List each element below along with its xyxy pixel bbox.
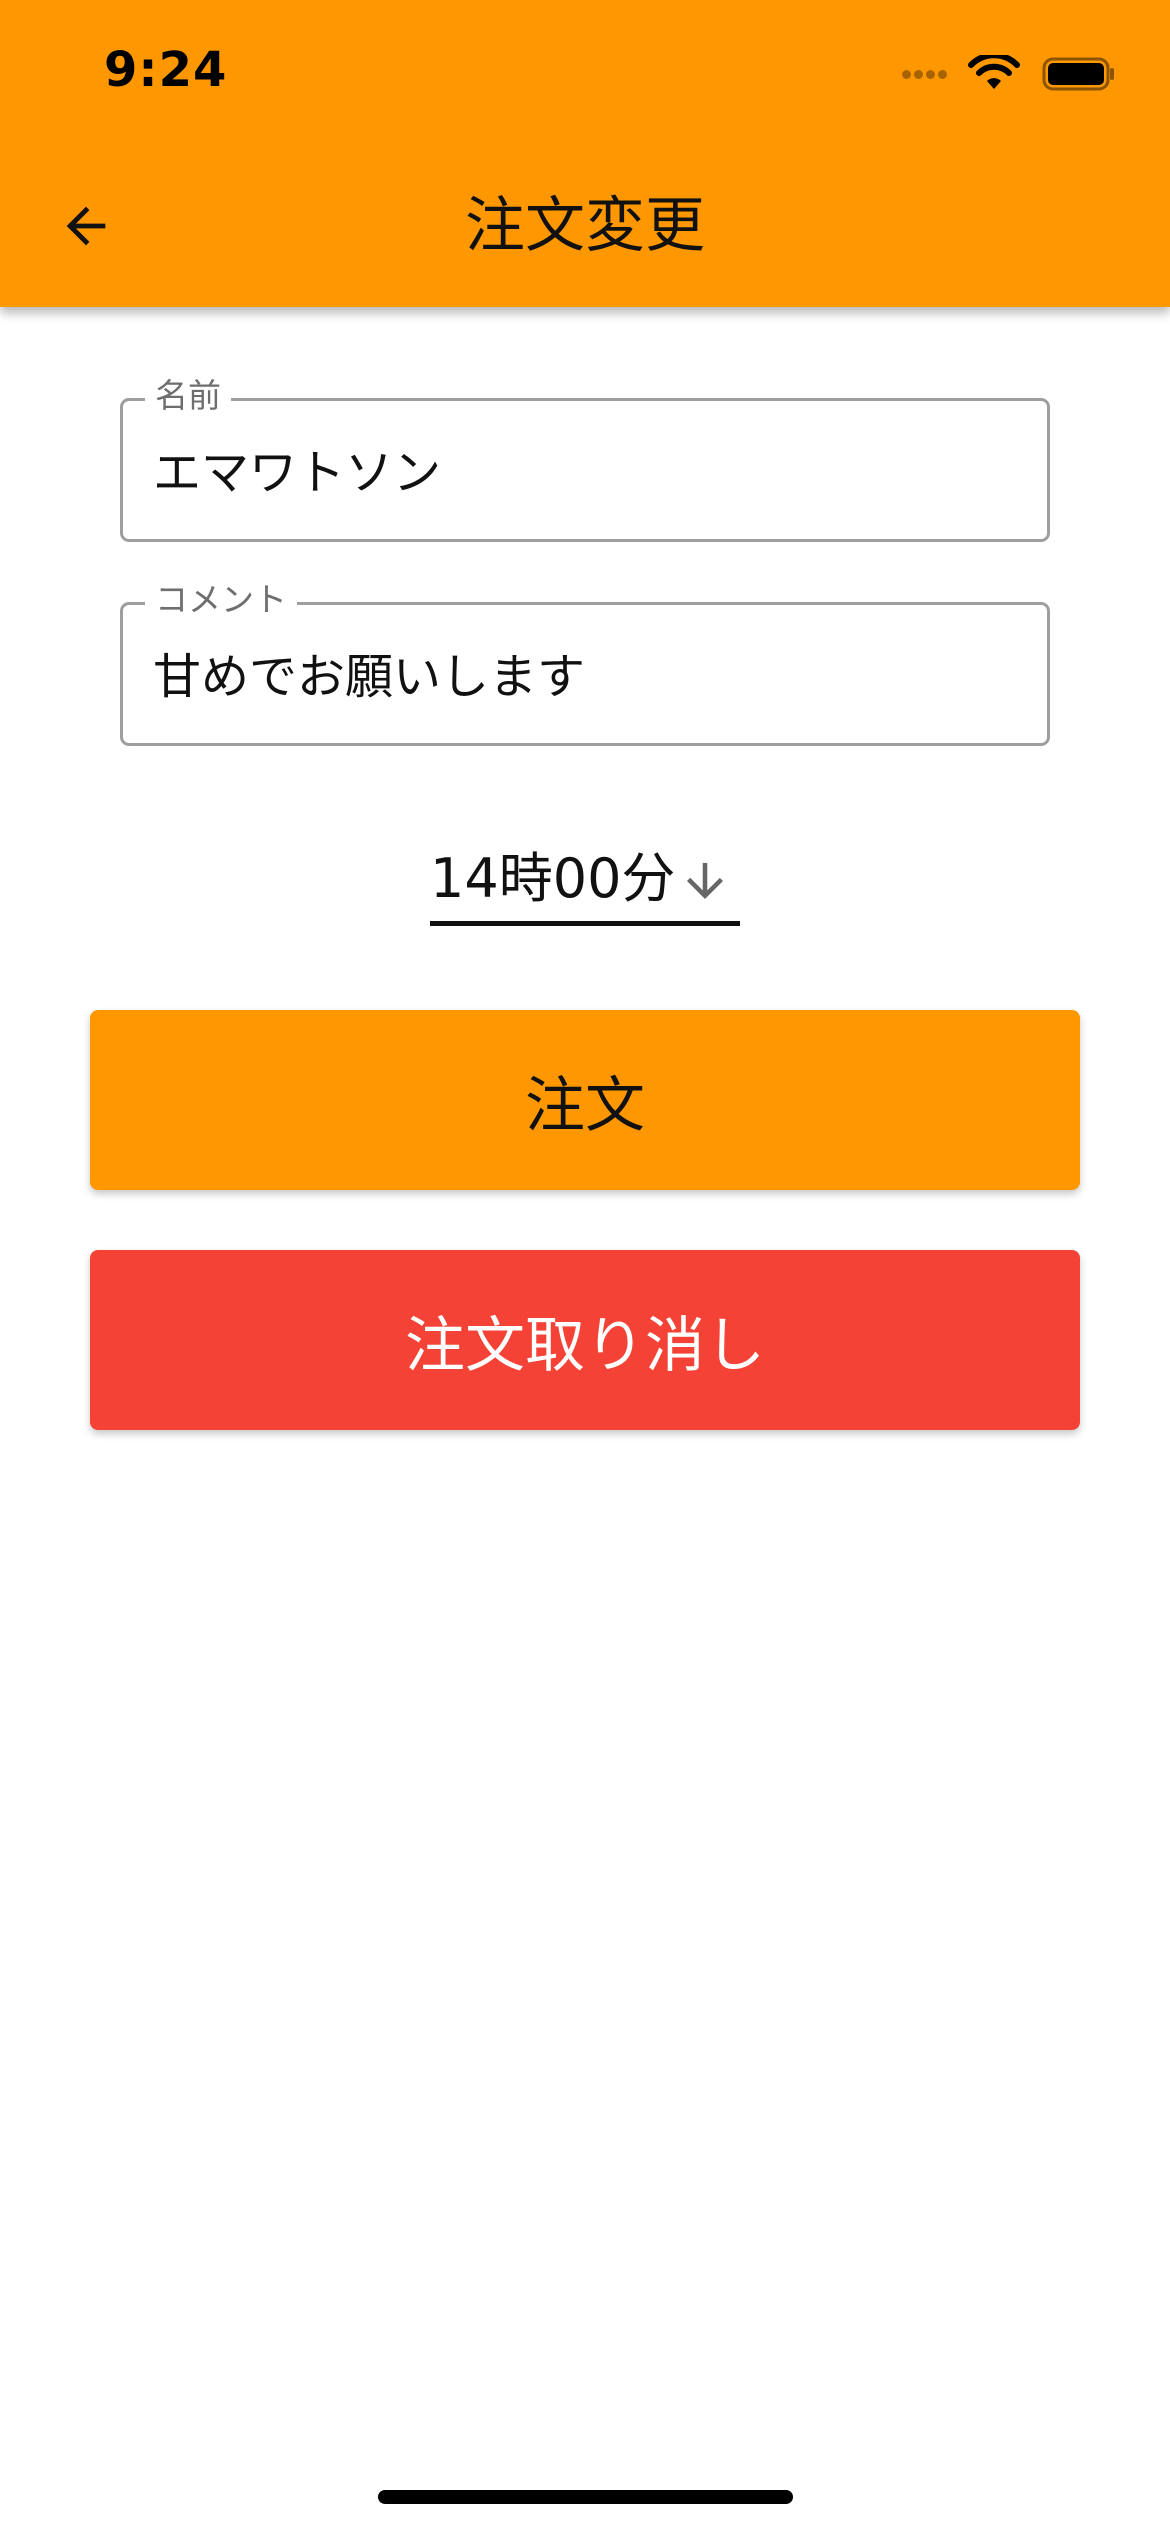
time-dropdown-value: 14時00分 <box>430 847 676 910</box>
order-button[interactable]: 注文 <box>90 1010 1080 1190</box>
order-button-label: 注文 <box>525 1070 645 1141</box>
comment-field[interactable]: コメント 甘めでお願いします <box>120 578 1050 746</box>
time-dropdown-underline <box>430 921 740 926</box>
name-field[interactable]: 名前 エマワトソン <box>120 374 1050 542</box>
page-title: 注文変更 <box>465 191 705 261</box>
status-icons <box>902 50 1116 98</box>
cancel-order-button[interactable]: 注文取り消し <box>90 1250 1080 1430</box>
cancel-order-button-label: 注文取り消し <box>405 1310 765 1381</box>
arrow-down-icon <box>687 863 723 899</box>
comment-field-label: コメント <box>145 578 297 622</box>
battery-icon <box>1042 57 1114 91</box>
status-time: 9:24 <box>104 42 228 98</box>
wifi-icon <box>968 55 1020 89</box>
name-field-label: 名前 <box>145 374 231 418</box>
app-bar: 9:24 注文変更 <box>0 0 1170 307</box>
comment-input-value[interactable]: 甘めでお願いします <box>153 647 1013 707</box>
order-edit-screen: 9:24 注文変更 名前 エマワトソン コメント 甘めでお願いします 14時00… <box>0 0 1170 2532</box>
signal-dots-icon <box>902 69 950 79</box>
time-dropdown[interactable]: 14時00分 <box>430 842 740 926</box>
name-input-value[interactable]: エマワトソン <box>153 443 1013 503</box>
home-indicator[interactable] <box>378 2490 793 2504</box>
